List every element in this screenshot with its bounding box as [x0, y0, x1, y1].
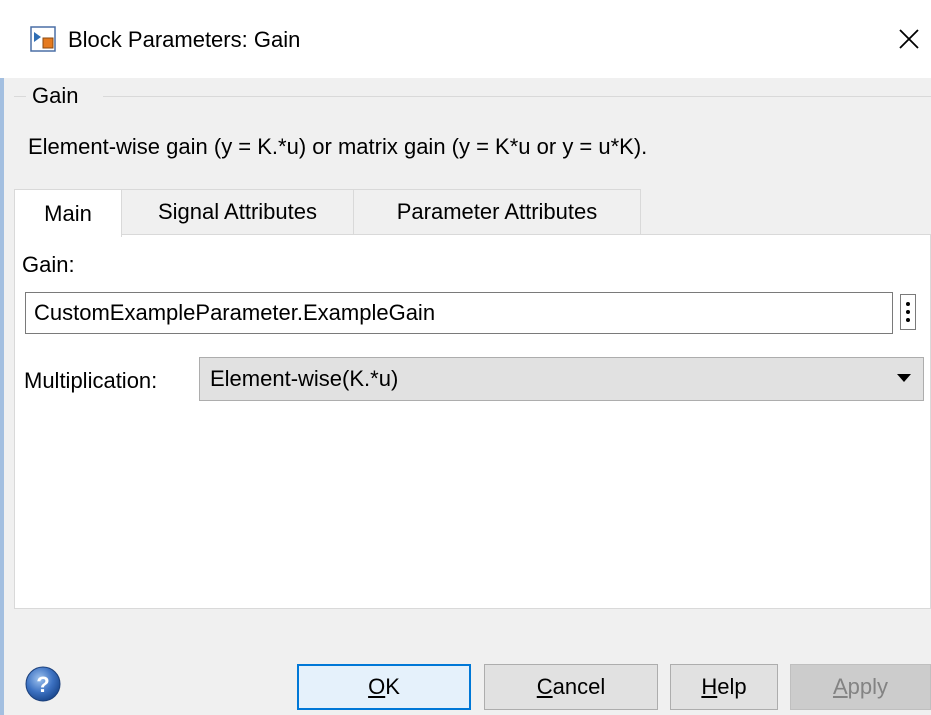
cancel-button[interactable]: Cancel	[484, 664, 658, 710]
help-icon[interactable]: ?	[24, 665, 62, 703]
dialog-window: Block Parameters: Gain Gain Element-wise…	[0, 0, 931, 715]
vertical-ellipsis-icon	[906, 302, 910, 322]
cancel-button-mnemonic: C	[536, 674, 553, 699]
apply-button-mnemonic: A	[832, 674, 848, 699]
gain-field[interactable]: CustomExampleParameter.ExampleGain	[25, 292, 893, 334]
tab-parameter-attributes[interactable]: Parameter Attributes	[353, 189, 641, 235]
close-button[interactable]	[890, 20, 928, 58]
multiplication-selected-value: Element-wise(K.*u)	[210, 366, 399, 391]
block-description: Element-wise gain (y = K.*u) or matrix g…	[28, 134, 648, 159]
window-border	[0, 78, 4, 715]
help-button[interactable]: Help	[670, 664, 778, 710]
help-button-mnemonic: H	[701, 674, 718, 699]
tab-label: Parameter Attributes	[396, 199, 598, 224]
gain-label: Gain:	[22, 252, 75, 277]
simulink-block-icon	[30, 26, 56, 52]
ok-button[interactable]: OK	[297, 664, 471, 710]
svg-text:?: ?	[36, 672, 49, 697]
apply-button-label: pply	[847, 674, 889, 699]
tab-main[interactable]: Main	[14, 189, 122, 237]
tab-label: Main	[44, 200, 92, 226]
gain-options-button[interactable]	[900, 294, 916, 330]
chevron-down-icon	[897, 374, 911, 382]
help-button-label: elp	[717, 674, 747, 699]
multiplication-dropdown[interactable]: Element-wise(K.*u)	[199, 357, 924, 401]
cancel-button-label: ancel	[552, 674, 606, 699]
group-frame-line	[103, 96, 931, 97]
group-frame-line	[14, 96, 26, 97]
group-title: Gain	[32, 83, 79, 108]
tab-signal-attributes[interactable]: Signal Attributes	[121, 189, 354, 235]
apply-button[interactable]: Apply	[790, 664, 931, 710]
ok-button-mnemonic: O	[368, 674, 386, 699]
main-tab-panel	[14, 234, 931, 609]
close-icon	[899, 29, 919, 49]
ok-button-label: K	[385, 674, 400, 699]
title-bar[interactable]: Block Parameters: Gain	[0, 0, 931, 78]
tab-label: Signal Attributes	[158, 199, 317, 224]
window-title: Block Parameters: Gain	[68, 27, 301, 52]
multiplication-label: Multiplication:	[24, 368, 158, 393]
